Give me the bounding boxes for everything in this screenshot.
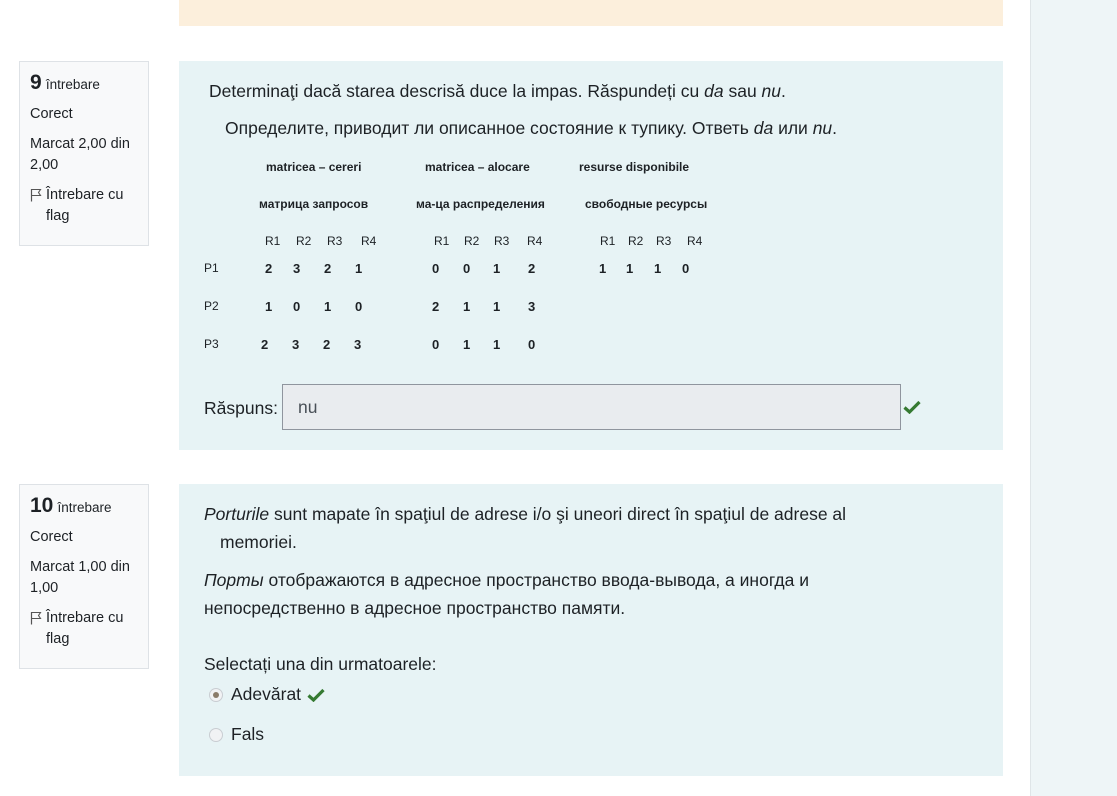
allocation-cell: 3 (528, 299, 536, 314)
allocation-cell: 2 (432, 299, 440, 314)
header-requests-ru: матрица запросов (259, 197, 369, 211)
radio-true[interactable] (209, 687, 223, 702)
resource-header: R2 (464, 234, 480, 248)
question-state: Corect (30, 529, 73, 545)
requests-cell: 3 (292, 337, 300, 352)
allocation-cell: 0 (528, 337, 536, 352)
answer-prompt: Selectați una din urmatoarele: (204, 654, 437, 674)
resource-header: R4 (527, 234, 543, 248)
allocation-cell: 1 (493, 337, 501, 352)
requests-cell: 2 (265, 261, 273, 276)
flag-icon (30, 611, 42, 625)
right-sidebar (1030, 0, 1117, 796)
requests-cell: 1 (355, 261, 363, 276)
flag-icon (30, 188, 42, 202)
available-cell: 1 (626, 261, 634, 276)
requests-cell: 1 (265, 299, 273, 314)
previous-question-feedback (179, 0, 1003, 26)
question-info-9: 9 întrebare Corect Marcat 2,00 din 2,00 … (19, 61, 149, 246)
process-label: P1 (204, 261, 219, 275)
question-info-10: 10 întrebare Corect Marcat 1,00 din 1,00… (19, 484, 149, 669)
option-true[interactable]: Adevărat (209, 684, 325, 705)
question-state: Corect (30, 106, 73, 122)
allocation-cell: 1 (463, 299, 471, 314)
header-available-ro: resurse disponibile (579, 160, 690, 174)
requests-cell: 2 (323, 337, 331, 352)
resource-header: R3 (327, 234, 343, 248)
question-text-ru: Порты отображаются в адресное пространст… (204, 570, 810, 590)
requests-cell: 0 (293, 299, 301, 314)
question-text-ru: Определите, приводит ли описанное состоя… (225, 118, 838, 138)
question-content-10: Porturile sunt mapate în spaţiul de adre… (179, 484, 1003, 776)
answer-label: Răspuns: (204, 398, 278, 418)
requests-cell: 1 (324, 299, 332, 314)
question-number: 10 întrebare (30, 494, 112, 517)
allocation-cell: 1 (493, 299, 501, 314)
allocation-cell: 2 (528, 261, 536, 276)
resource-header: R4 (361, 234, 377, 248)
flag-question-link[interactable]: Întrebare cu flag (30, 608, 138, 650)
resource-header: R3 (656, 234, 672, 248)
resource-header: R2 (296, 234, 312, 248)
question-number: 9 întrebare (30, 71, 100, 94)
resource-header: R1 (600, 234, 616, 248)
check-icon (903, 400, 921, 414)
question-grade: Marcat 1,00 din 1,00 (30, 559, 130, 596)
process-label: P2 (204, 299, 219, 313)
option-false[interactable]: Fals (209, 724, 264, 745)
allocation-cell: 1 (493, 261, 501, 276)
question-content-9: Determinaţi dacă starea descrisă duce la… (179, 61, 1003, 450)
question-grade: Marcat 2,00 din 2,00 (30, 136, 130, 173)
answer-input[interactable]: nu (282, 384, 901, 430)
question-text-ro-cont: memoriei. (220, 532, 297, 552)
question-text-ru-cont: непосредственно в адресное пространство … (204, 598, 626, 618)
requests-cell: 3 (354, 337, 362, 352)
requests-cell: 3 (293, 261, 301, 276)
header-allocation-ru: ма-ца распределения (416, 197, 545, 211)
available-cell: 0 (682, 261, 690, 276)
allocation-cell: 0 (463, 261, 471, 276)
header-allocation-ro: matricea – alocare (425, 160, 530, 174)
resource-header: R1 (265, 234, 281, 248)
allocation-cell: 0 (432, 261, 440, 276)
available-cell: 1 (654, 261, 662, 276)
resource-header: R2 (628, 234, 644, 248)
allocation-cell: 0 (432, 337, 440, 352)
requests-cell: 2 (261, 337, 269, 352)
available-cell: 1 (599, 261, 607, 276)
requests-cell: 2 (324, 261, 332, 276)
flag-question-link[interactable]: Întrebare cu flag (30, 185, 138, 227)
requests-cell: 0 (355, 299, 363, 314)
radio-false[interactable] (209, 727, 223, 742)
header-available-ru: свободные ресурсы (585, 197, 708, 211)
allocation-cell: 1 (463, 337, 471, 352)
resource-header: R1 (434, 234, 450, 248)
question-text-ro: Determinaţi dacă starea descrisă duce la… (209, 81, 786, 101)
check-icon (307, 688, 325, 702)
resource-header: R3 (494, 234, 510, 248)
process-label: P3 (204, 337, 219, 351)
resource-header: R4 (687, 234, 703, 248)
header-requests-ro: matricea – cereri (266, 160, 362, 174)
question-text-ro: Porturile sunt mapate în spaţiul de adre… (204, 504, 847, 524)
